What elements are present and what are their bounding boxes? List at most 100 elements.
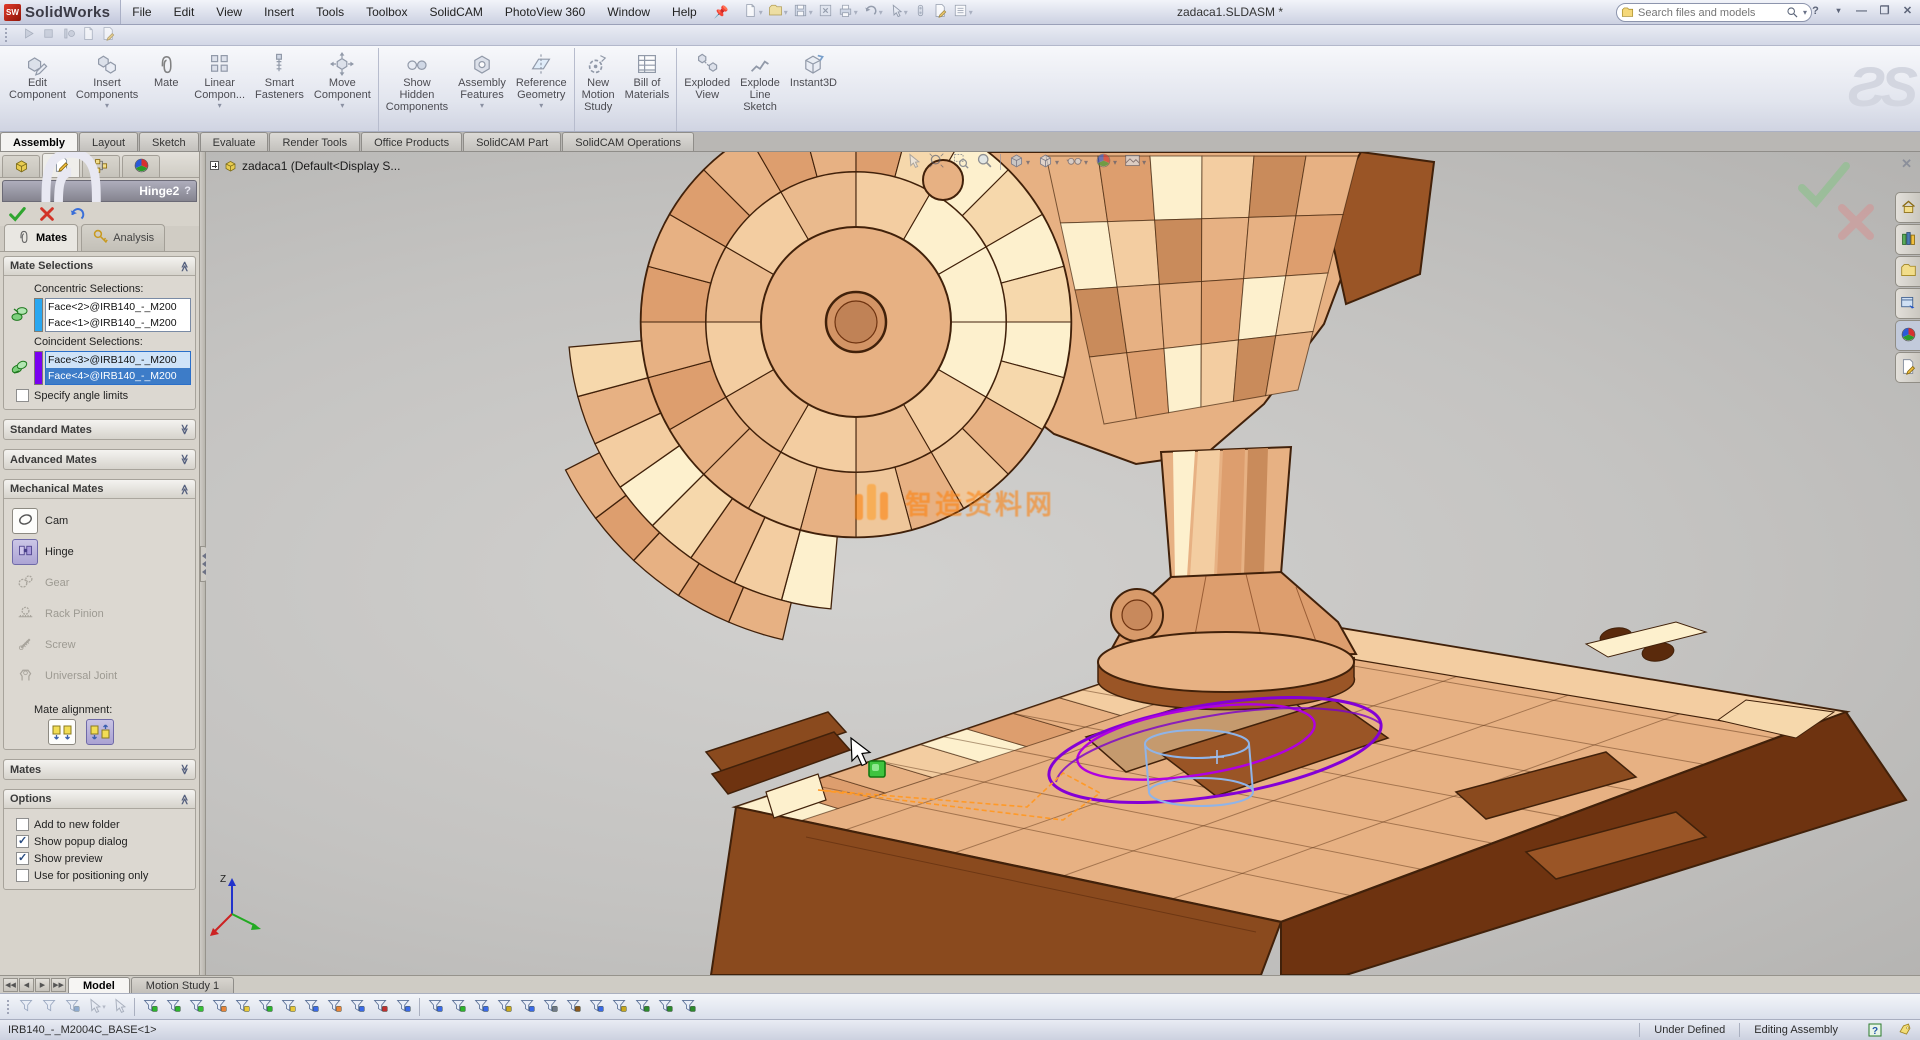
filter-dowel-pins[interactable]	[631, 996, 654, 1018]
next-tab-button[interactable]: ▶	[35, 978, 50, 992]
filter-axes[interactable]	[254, 996, 277, 1018]
prev-tab-button[interactable]: ◀	[19, 978, 34, 992]
button-smart-fasteners[interactable]: Smart Fasteners ▾	[250, 48, 309, 131]
option-checkbox[interactable]: Show preview	[16, 852, 189, 865]
study-tab[interactable]: Motion Study 1	[131, 977, 234, 993]
button-show-hidden-components[interactable]: Show Hidden Components ▾	[378, 48, 453, 131]
filter-sketch-segments[interactable]	[346, 996, 369, 1018]
commandmanager-tab[interactable]: Render Tools	[269, 132, 360, 151]
mate-type-item[interactable]: Hinge	[12, 538, 187, 566]
help-dropdown-icon[interactable]: ▾	[1830, 2, 1847, 19]
menu-item[interactable]: File	[121, 0, 162, 24]
close-button[interactable]: ✕	[1899, 2, 1916, 19]
filter-surface-finish[interactable]	[470, 996, 493, 1018]
selection-list-item[interactable]: Face<3>@IRB140_-_M200	[46, 352, 190, 368]
file-properties-button[interactable]: ▾	[931, 2, 950, 22]
button-reference-geometry[interactable]: Reference Geometry ▾	[511, 48, 572, 131]
record-pause-button[interactable]	[59, 25, 78, 45]
filter-notes[interactable]	[516, 996, 539, 1018]
button-insert-components[interactable]: Insert Components ▾	[71, 48, 143, 131]
button-move-component[interactable]: Move Component ▾	[309, 48, 376, 131]
menu-item[interactable]: Window	[596, 0, 661, 24]
study-tab[interactable]: Model	[68, 977, 130, 993]
filter-edges[interactable]	[162, 996, 185, 1018]
clear-all-filters[interactable]	[38, 996, 61, 1018]
filter-midpoints[interactable]	[369, 996, 392, 1018]
selection-list-item[interactable]: Face<2>@IRB140_-_M200	[46, 299, 190, 315]
print-button[interactable]: ▾	[836, 2, 860, 22]
filter-datums[interactable]	[539, 996, 562, 1018]
button-mate[interactable]: Mate ▾	[143, 48, 189, 131]
custom-properties-tab[interactable]	[1895, 352, 1920, 383]
resources-home-tab[interactable]	[1895, 192, 1920, 223]
menu-item[interactable]: Insert	[253, 0, 305, 24]
cancel-button[interactable]	[38, 205, 56, 223]
view-palette-tab[interactable]	[1895, 288, 1920, 319]
menu-item[interactable]: Edit	[163, 0, 206, 24]
appearances-icon[interactable]: ▾	[1095, 152, 1117, 172]
menu-item[interactable]: Help	[661, 0, 708, 24]
commandmanager-tab[interactable]: Sketch	[139, 132, 199, 151]
button-edit-component[interactable]: Edit Component ▾	[4, 48, 71, 131]
pm-help-button[interactable]: ?	[184, 185, 191, 197]
filter-routing-points[interactable]	[677, 996, 700, 1018]
close-file-button[interactable]: ▾	[816, 2, 835, 22]
select-arrow-icon[interactable]: ▾	[904, 152, 921, 172]
concentric-selection-list[interactable]: Face<2>@IRB140_-_M200Face<1>@IRB140_-_M2…	[45, 298, 191, 332]
appearances-scenes-tab[interactable]	[1895, 320, 1920, 351]
filter-faces[interactable]	[185, 996, 208, 1018]
button-new-motion-study[interactable]: New Motion Study ▾	[574, 48, 620, 131]
filter-toggle[interactable]	[15, 996, 38, 1018]
button-exploded-view[interactable]: Exploded View ▾	[676, 48, 735, 131]
help-button[interactable]: ?	[1807, 2, 1824, 19]
filter-weld-symbols[interactable]	[562, 996, 585, 1018]
advanced-mates-header[interactable]: Advanced Mates≫	[4, 450, 195, 469]
filter-geometric-tolerances[interactable]	[493, 996, 516, 1018]
toolbar-grip[interactable]	[4, 27, 9, 43]
menu-item[interactable]: SolidCAM	[418, 0, 493, 24]
filter-connection-points[interactable]	[654, 996, 677, 1018]
commandmanager-tab[interactable]: SolidCAM Operations	[562, 132, 694, 151]
zoom-area-icon[interactable]: ▾	[952, 152, 969, 172]
aligned-button[interactable]	[48, 719, 76, 745]
selection-list-item[interactable]: Face<4>@IRB140_-_M200	[46, 368, 190, 384]
save-button[interactable]: ▾	[791, 2, 815, 22]
filter-planes[interactable]	[277, 996, 300, 1018]
macro-doc-button[interactable]	[79, 25, 98, 45]
filter-dimensions[interactable]	[447, 996, 470, 1018]
search-icon[interactable]	[1786, 6, 1799, 19]
option-checkbox[interactable]: Add to new folder	[16, 818, 189, 831]
design-library-tab[interactable]	[1895, 224, 1920, 255]
hide-show-icon[interactable]: ▾	[1066, 152, 1088, 172]
view-orientation-icon[interactable]: ▾	[1008, 152, 1030, 172]
filter-items[interactable]	[61, 996, 84, 1018]
first-tab-button[interactable]: ◀◀	[3, 978, 18, 992]
select-arrow[interactable]: ▾	[84, 996, 107, 1018]
options-header[interactable]: Options≪	[4, 790, 195, 809]
commandmanager-tab[interactable]: SolidCAM Part	[463, 132, 561, 151]
scene-icon[interactable]: ▾	[1124, 152, 1146, 172]
commandmanager-tab[interactable]: Evaluate	[200, 132, 269, 151]
run-macro-button[interactable]	[19, 25, 38, 45]
options-button[interactable]: ▾	[951, 2, 975, 22]
select-button[interactable]: ▾	[886, 2, 910, 22]
coincident-selection-list[interactable]: Face<3>@IRB140_-_M200Face<4>@IRB140_-_M2…	[45, 351, 191, 385]
option-checkbox[interactable]: Show popup dialog	[16, 835, 189, 848]
standard-mates-header[interactable]: Standard Mates≫	[4, 420, 195, 439]
edit-macro-button[interactable]	[99, 25, 118, 45]
filter-surface-bodies[interactable]	[208, 996, 231, 1018]
commandmanager-tab[interactable]: Assembly	[0, 132, 78, 151]
filter-centerlines[interactable]	[424, 996, 447, 1018]
filter-vertices[interactable]	[139, 996, 162, 1018]
mechanical-mates-header[interactable]: Mechanical Mates≪	[4, 480, 195, 499]
mate-type-item[interactable]: Cam	[12, 507, 187, 535]
option-checkbox[interactable]: Use for positioning only	[16, 869, 189, 882]
search-input[interactable]	[1638, 7, 1782, 19]
last-tab-button[interactable]: ▶▶	[51, 978, 66, 992]
menu-item[interactable]: View	[205, 0, 253, 24]
menu-item[interactable]: Tools	[305, 0, 355, 24]
mates-header[interactable]: Mates≫	[4, 760, 195, 779]
new-file-button[interactable]: ▾	[741, 2, 765, 22]
menu-item[interactable]: Toolbox	[355, 0, 418, 24]
button-assembly-features[interactable]: Assembly Features ▾	[453, 48, 511, 131]
